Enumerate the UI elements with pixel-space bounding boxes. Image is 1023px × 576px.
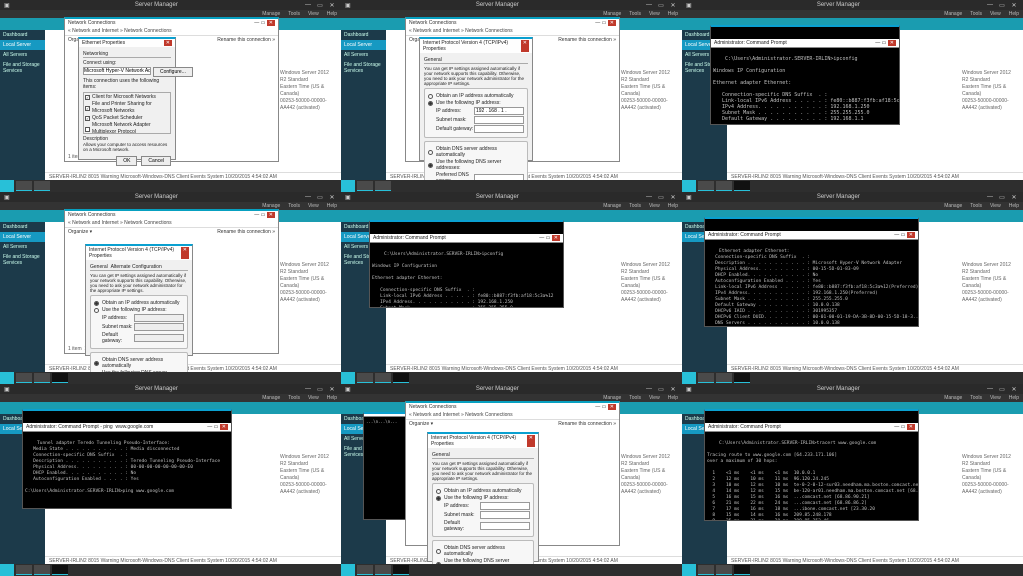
radio-static-ip[interactable]: Use the following IP address:: [436, 100, 501, 106]
frame-1: ▣ Server Manager —▭✕ Manage Tools View H…: [0, 0, 341, 192]
desc-text: Allows your computer to access resources…: [83, 142, 171, 152]
cmd-window-err[interactable]: Administrator: Command Prompt— ▭ ✕ C:\Us…: [369, 220, 564, 308]
ipv4-title: Internet Protocol Version 4 (TCP/IPv4) P…: [423, 40, 521, 52]
close-button[interactable]: ✕: [327, 2, 337, 9]
start-button[interactable]: [0, 180, 14, 192]
sidebar-local-server[interactable]: Local Server: [0, 40, 45, 50]
frame-3: ▣Server Manager—▭✕ ManageToolsViewHelp D…: [682, 0, 1023, 192]
max-button[interactable]: ▭: [315, 2, 325, 9]
proto-1[interactable]: File and Printer Sharing for Microsoft N…: [92, 101, 169, 115]
nc-close[interactable]: ✕: [267, 20, 275, 26]
ip-input[interactable]: [474, 107, 524, 115]
frame-4: ▣Server Manager—▭✕ ManageToolsViewHelp D…: [0, 192, 341, 384]
cmd-window[interactable]: Administrator: Command Prompt— ▭ ✕ C:\Us…: [710, 25, 900, 125]
sidebar: Dashboard Local Server All Servers File …: [0, 30, 45, 180]
cmd-ping-title: Administrator: Command Prompt - ping www…: [26, 424, 153, 430]
sidebar-all-servers[interactable]: All Servers: [0, 50, 45, 60]
menu-view[interactable]: View: [308, 11, 319, 17]
uses-label: This connection uses the following items…: [83, 78, 171, 90]
frame-2: ▣Server Manager—▭✕ ManageToolsViewHelp D…: [341, 0, 682, 192]
server-notice: Windows Server 2012 R2 StandardEastern T…: [280, 70, 335, 112]
sidebar-dashboard[interactable]: Dashboard: [0, 30, 45, 40]
proto-3[interactable]: Microsoft Network Adapter Multiplexor Pr…: [92, 122, 169, 134]
statusbar: SERVER-IRLIN2 8015 Warning Microsoft-Win…: [45, 172, 341, 180]
eth-close[interactable]: ✕: [164, 40, 172, 46]
cmd-window-tracert[interactable]: Administrator: Command Prompt— ▭ ✕ C:\Us…: [704, 409, 919, 521]
nc-min[interactable]: —: [254, 20, 259, 26]
mask-input[interactable]: [474, 116, 524, 124]
tracert-output: C:\Users\Administrator.SERVER-IRLIN>trac…: [707, 441, 919, 521]
configure-button[interactable]: Configure...: [153, 67, 193, 77]
cmd-output: C:\Users\Administrator.SERVER-IRLIN>ipco…: [713, 56, 900, 125]
sidebar-file-storage[interactable]: File and Storage Services: [0, 60, 45, 76]
nc-title: Network Connections: [68, 20, 116, 26]
proto-2[interactable]: QoS Packet Scheduler: [92, 115, 143, 122]
ipv4-blurb: You can get IP settings assigned automat…: [424, 66, 528, 86]
task-ps[interactable]: [34, 181, 50, 191]
connect-using-label: Connect using:: [83, 60, 171, 66]
tab-networking[interactable]: Networking: [83, 51, 108, 57]
nc-address-bar[interactable]: « Network and Internet » Network Connect…: [65, 27, 278, 36]
task-cmd[interactable]: [734, 181, 750, 191]
radio-auto-ip[interactable]: Obtain an IP address automatically: [436, 93, 513, 99]
ethernet-properties-dialog: Ethernet Properties ✕ Networking Connect …: [78, 37, 176, 160]
taskbar[interactable]: [0, 180, 341, 192]
ipv4-dialog-auto: Internet Protocol Version 4 (TCP/IPv4) P…: [85, 244, 193, 356]
nc-rename[interactable]: Rename this connection »: [217, 37, 275, 43]
adapter-field: [83, 67, 151, 75]
cmd-title: Administrator: Command Prompt: [714, 40, 787, 46]
app-title: Server Manager: [10, 2, 303, 8]
proto-0[interactable]: Client for Microsoft Networks: [92, 94, 156, 101]
cmd-window-ping[interactable]: Administrator: Command Prompt - ping www…: [22, 409, 232, 509]
tab-general[interactable]: General: [424, 57, 442, 63]
task-sm[interactable]: [16, 181, 32, 191]
cmd-window-all[interactable]: Administrator: Command Prompt— ▭ ✕ Ether…: [704, 217, 919, 327]
frame-5: ▣Server Manager—▭✕ ManageToolsViewHelp D…: [341, 192, 682, 384]
gw-input[interactable]: [474, 125, 524, 133]
sm-titlebar: ▣ Server Manager —▭✕: [0, 0, 341, 10]
menu-help[interactable]: Help: [327, 11, 337, 17]
ipv4-dialog: Internet Protocol Version 4 (TCP/IPv4) P…: [419, 37, 533, 161]
eth-ok[interactable]: OK: [116, 156, 137, 166]
frame-8: ▣Server Manager—▭✕ ManageToolsViewHelp D…: [341, 384, 682, 576]
radio-static-dns[interactable]: Use the following DNS server addresses:: [436, 159, 524, 171]
frame-9: ▣Server Manager—▭✕ ManageToolsViewHelp D…: [682, 384, 1023, 576]
menu-tools[interactable]: Tools: [288, 11, 300, 17]
ipv4-close[interactable]: ✕: [521, 40, 529, 52]
nc-max[interactable]: ▭: [261, 20, 266, 26]
radio-auto-dns[interactable]: Obtain DNS server address automatically: [436, 146, 524, 158]
eth-title: Ethernet Properties: [82, 40, 125, 46]
frame-7: ▣Server Manager—▭✕ ManageToolsViewHelp D…: [0, 384, 341, 576]
frame-6: ▣Server Manager—▭✕ ManageToolsViewHelp D…: [682, 192, 1023, 384]
eth-cancel[interactable]: Cancel: [141, 156, 171, 166]
min-button[interactable]: —: [303, 2, 313, 9]
